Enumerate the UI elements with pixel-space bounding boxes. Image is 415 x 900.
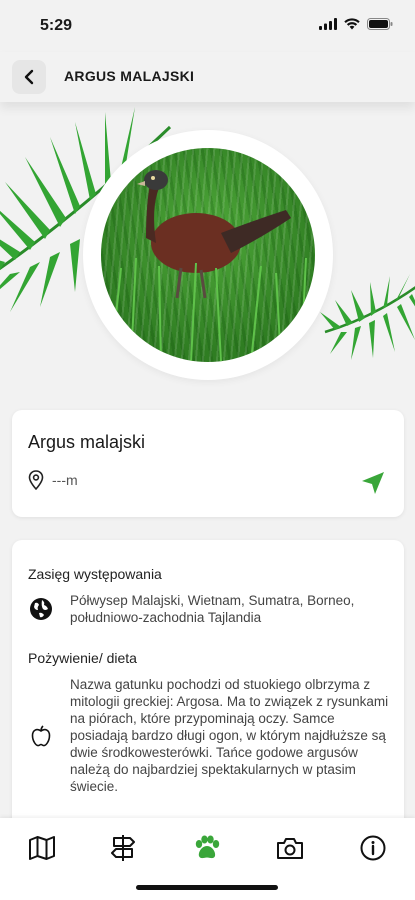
page-title: ARGUS MALAJSKI — [64, 68, 195, 84]
animal-name-card: Argus malajski ---m — [12, 410, 404, 517]
apple-icon — [28, 724, 54, 747]
status-icons — [319, 18, 393, 30]
distance-row: ---m — [28, 470, 78, 490]
wifi-icon — [344, 18, 360, 30]
range-text: Półwysep Malajski, Wietnam, Sumatra, Bor… — [70, 593, 355, 625]
hero — [0, 102, 415, 392]
range-title: Zasięg występowania — [28, 566, 162, 582]
header: ARGUS MALAJSKI — [0, 52, 415, 102]
chevron-left-icon — [24, 69, 34, 85]
tab-camera[interactable] — [272, 830, 308, 866]
signal-icon — [319, 18, 337, 30]
status-time: 5:29 — [40, 17, 73, 34]
home-indicator — [136, 885, 278, 890]
paw-icon — [195, 835, 220, 859]
bird-illustration — [110, 170, 307, 362]
back-button[interactable] — [12, 60, 46, 94]
tab-map[interactable] — [24, 830, 60, 866]
info-icon — [360, 835, 386, 861]
distance-value: ---m — [52, 472, 78, 488]
tab-routes[interactable] — [105, 830, 141, 866]
battery-icon — [367, 18, 393, 30]
animal-photo-frame — [83, 130, 333, 380]
diet-text: Nazwa gatunku pochodzi od stuokiego olbr… — [70, 677, 389, 794]
camera-icon — [277, 838, 303, 859]
navigate-arrow-icon[interactable] — [360, 470, 386, 496]
status-bar: 5:29 — [0, 0, 415, 52]
tab-info[interactable] — [355, 830, 391, 866]
location-pin-icon — [28, 470, 44, 490]
diet-title: Pożywienie/ dieta — [28, 650, 137, 666]
signpost-icon — [111, 835, 135, 861]
info-card: Zasięg występowania Półwysep Malajski, W… — [12, 540, 404, 830]
diet-row: Nazwa gatunku pochodzi od stuokiego olbr… — [28, 676, 390, 795]
animal-photo — [101, 148, 315, 362]
animal-name: Argus malajski — [28, 432, 146, 452]
globe-icon — [28, 597, 54, 621]
tab-animals[interactable] — [189, 830, 225, 866]
range-row: Półwysep Malajski, Wietnam, Sumatra, Bor… — [28, 592, 390, 626]
map-icon — [29, 836, 55, 860]
